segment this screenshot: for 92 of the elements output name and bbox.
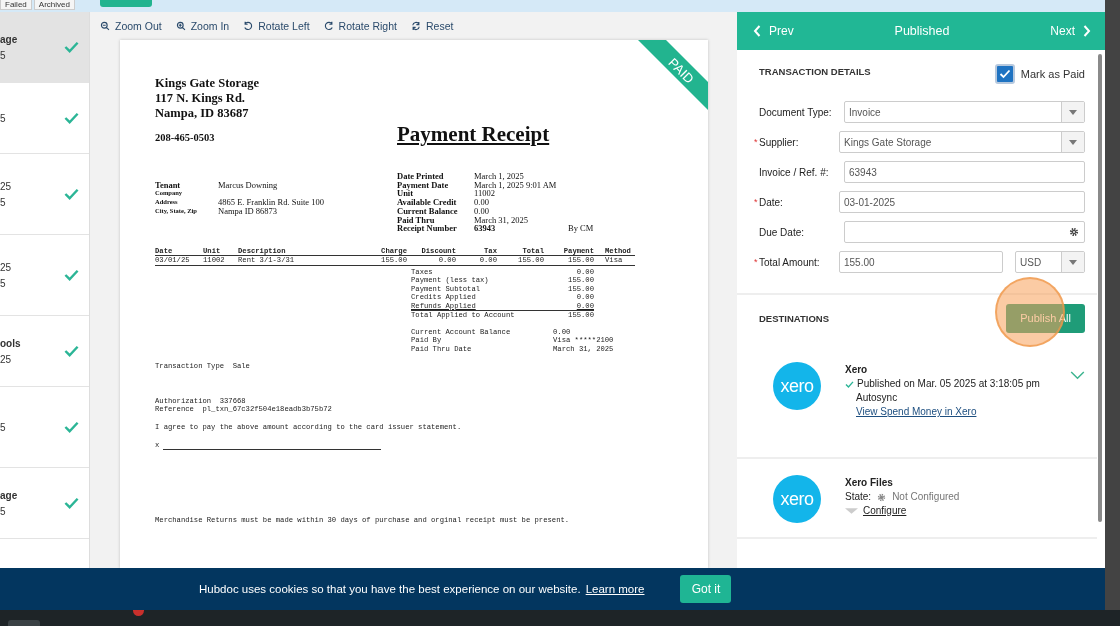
caret-icon — [1069, 259, 1077, 265]
viewer-tool-button[interactable]: Rotate Right — [323, 20, 397, 32]
form-label: Document Type: — [758, 106, 833, 118]
item-text: 25 — [0, 180, 12, 192]
item-text: age — [0, 33, 18, 45]
toolbar-button[interactable] — [100, 0, 152, 7]
status-tab[interactable]: Failed — [0, 0, 32, 10]
field-value: 0.00 — [474, 206, 490, 216]
mark-as-paid-checkbox[interactable]: Mark as Paid — [994, 64, 1085, 84]
gear-icon — [1069, 227, 1079, 237]
field-label: Paid Thru — [397, 215, 436, 225]
item-text: age — [0, 489, 18, 501]
item-text: 5 — [0, 196, 7, 208]
state-label: State: — [845, 490, 872, 504]
item-text: 5 — [0, 505, 7, 517]
caret-icon — [845, 508, 858, 514]
cookie-message: Hubdoc uses cookies so that you have the best experience on our website. — [199, 583, 581, 595]
xero-logo: xero — [773, 475, 821, 523]
check-icon — [845, 380, 854, 388]
field-label: Receipt Number — [397, 224, 458, 233]
viewer-tool-button[interactable]: Rotate Left — [243, 20, 310, 32]
field-value: Nampa ID 86873 — [218, 206, 277, 216]
form-label: *Date: — [754, 196, 784, 208]
viewer-tool-button[interactable]: Zoom Out — [100, 20, 162, 32]
form-label: *Total Amount: — [754, 256, 821, 268]
item-text: 25 — [0, 261, 12, 273]
destination-name: Xero — [845, 363, 869, 377]
publish-status: Published — [894, 24, 950, 38]
taskbar-button[interactable] — [8, 620, 40, 626]
input-field[interactable]: 63943 — [844, 161, 1085, 183]
item-text: ools — [0, 337, 21, 349]
company-address-line: 117 N. Kings Rd. — [155, 91, 246, 106]
dropdown-field[interactable]: Invoice — [844, 101, 1085, 123]
caret-icon — [1069, 139, 1077, 145]
form-label: Invoice / Ref. #: — [758, 166, 830, 178]
field-value: March 31, 2025 — [474, 215, 530, 225]
company-address-line: Kings Gate Storage — [155, 76, 261, 91]
rotate-icon — [243, 21, 254, 31]
dropdown-field[interactable]: Kings Gate Storage — [839, 131, 1085, 153]
chevron-down-icon[interactable] — [1070, 371, 1085, 380]
document-list-item[interactable]: age 5 — [0, 12, 89, 83]
section-heading: DESTINATIONS — [759, 312, 830, 324]
state-value: Not Configured — [892, 490, 960, 504]
company-address-line: Nampa, ID 83687 — [155, 106, 250, 121]
zoom-out-icon — [100, 21, 110, 31]
field-value: 11002 — [474, 189, 496, 199]
field-label: Unit — [397, 189, 414, 199]
view-in-xero-link[interactable]: View Spend Money in Xero — [845, 405, 1046, 419]
field-value: 0.00 — [474, 198, 490, 207]
viewer-tool-button[interactable]: Zoom In — [175, 20, 230, 32]
cashier-initials: By CM — [568, 224, 594, 233]
publish-status: Published on Mar. 05 2025 at 3:18:05 pm — [857, 377, 1040, 391]
field-label: Tenant — [155, 180, 182, 190]
rotate-icon — [323, 21, 334, 31]
caret-icon — [1069, 109, 1077, 115]
field-label: Current Balance — [397, 206, 459, 216]
item-text: 5 — [0, 421, 6, 433]
field-value: 4865 E. Franklin Rd. Suite 100 — [218, 198, 324, 207]
chevron-left-icon — [753, 25, 761, 37]
configure-link[interactable]: Configure — [863, 504, 907, 518]
company-phone: 208-465-0503 — [155, 131, 216, 145]
refresh-icon — [410, 21, 421, 31]
gear-icon — [877, 492, 887, 502]
form-label: *Supplier: — [754, 136, 800, 148]
sync-mode: Autosync — [855, 391, 899, 405]
currency-dropdown[interactable]: USD — [1015, 251, 1085, 273]
field-value: March 1, 2025 — [474, 172, 525, 181]
item-text: 5 — [0, 112, 6, 124]
input-field[interactable]: 03-01-2025 — [839, 191, 1085, 213]
item-text: 5 — [0, 277, 7, 289]
field-label: Available Credit — [397, 198, 458, 207]
receipt-title: Payment Receipt — [397, 122, 550, 148]
field-value: Marcus Downing — [218, 180, 278, 190]
field-value: March 1, 2025 9:01 AM — [474, 180, 558, 190]
destination-name: Xero Files — [845, 476, 894, 490]
item-text: 25 — [0, 353, 13, 365]
xero-logo: xero — [773, 362, 821, 410]
learn-more-link[interactable]: Learn more — [585, 583, 645, 595]
field-value: 63943 — [474, 224, 497, 233]
field-label: Date Printed — [397, 172, 445, 181]
viewer-tool-button[interactable]: Reset — [410, 20, 454, 32]
section-heading: TRANSACTION DETAILS — [759, 65, 871, 77]
check-icon — [998, 69, 1011, 79]
chevron-right-icon — [1083, 25, 1091, 37]
zoom-in-icon — [175, 21, 186, 31]
scrollbar-thumb[interactable] — [1098, 54, 1102, 522]
field-label: Payment Date — [397, 180, 450, 190]
amount-field[interactable]: 155.00 — [839, 251, 1003, 273]
status-tab[interactable]: Archived — [33, 0, 75, 10]
item-text: 5 — [0, 49, 7, 61]
form-label: Due Date: — [758, 226, 806, 238]
date-field[interactable] — [844, 221, 1085, 243]
